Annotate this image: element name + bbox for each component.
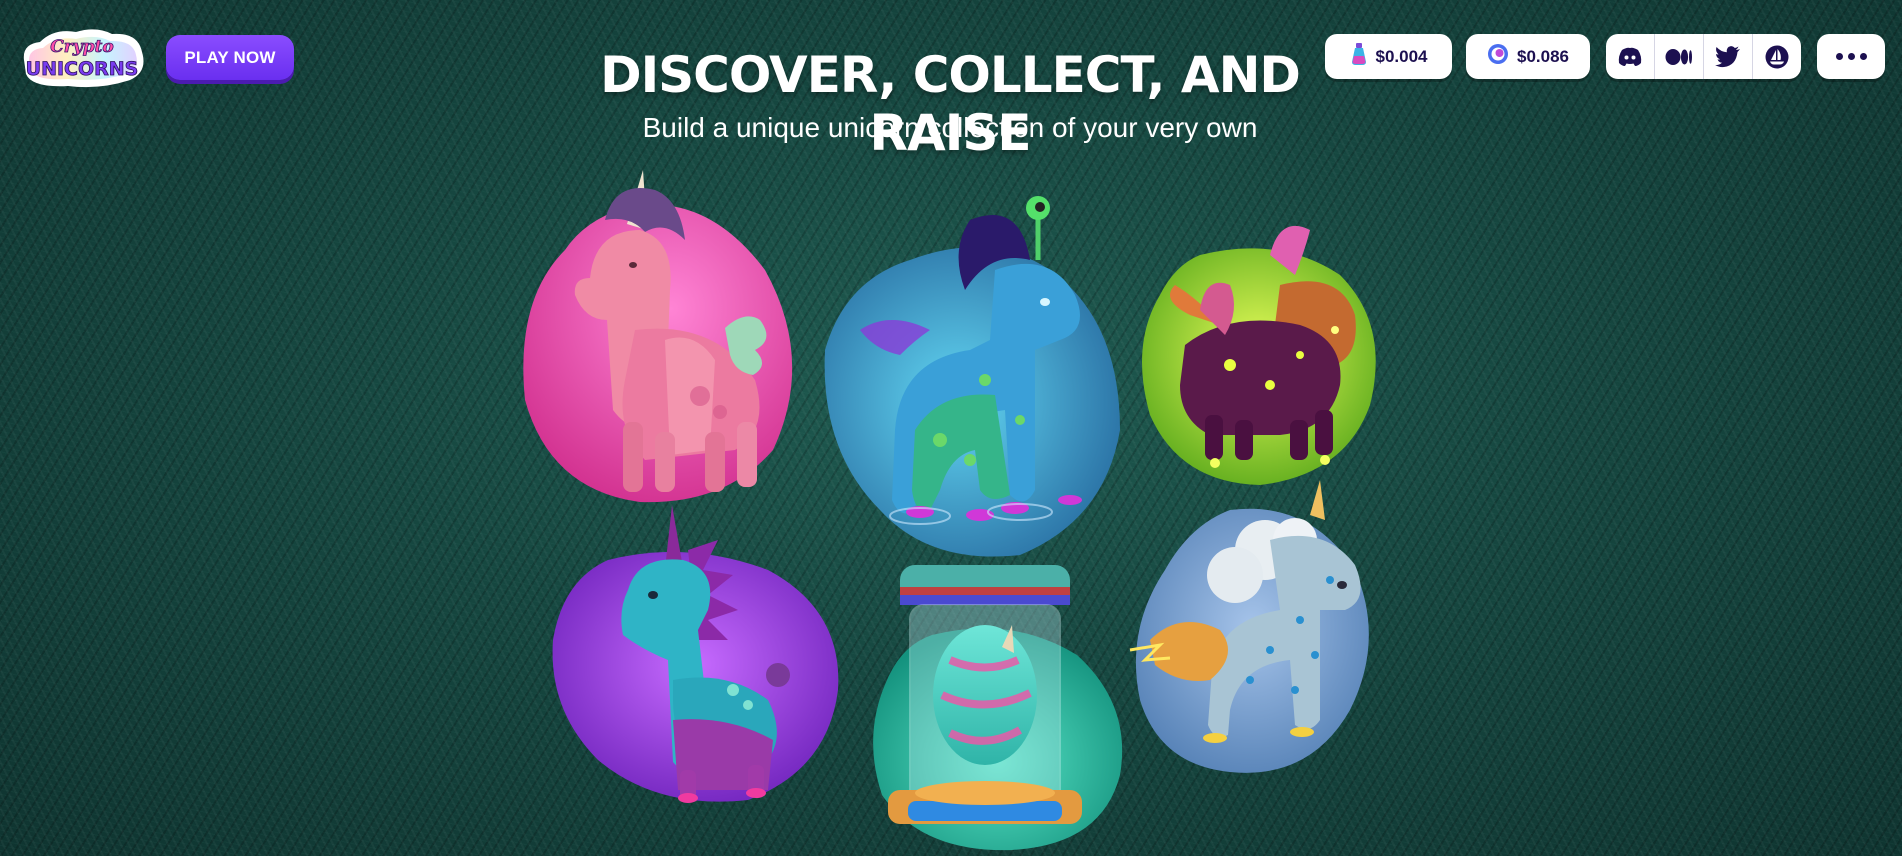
blue-cosmic-unicorn-card[interactable] — [820, 190, 1130, 565]
unicorn-egg-incubator-card[interactable] — [862, 565, 1127, 855]
twitter-link[interactable] — [1703, 34, 1752, 79]
glowing-yellow-unicorn-card[interactable] — [1130, 215, 1385, 490]
token-coin-icon — [1487, 43, 1509, 70]
crypto-unicorns-logo[interactable]: Crypto UNICORNS — [20, 22, 148, 92]
token-price-value: $0.086 — [1517, 46, 1569, 66]
cloud-storm-unicorn-card[interactable] — [1120, 480, 1385, 780]
hero-subtitle: Build a unique unicorn collection of you… — [642, 112, 1258, 143]
more-icon — [1835, 53, 1843, 60]
logo-line1: Crypto — [50, 37, 113, 57]
potion-price-value: $0.004 — [1375, 46, 1428, 66]
social-links — [1606, 34, 1801, 79]
token-price-pill[interactable]: $0.086 — [1466, 34, 1590, 79]
purple-spiky-unicorn-card[interactable] — [548, 500, 843, 810]
twitter-icon — [1715, 45, 1740, 67]
pink-unicorn-card[interactable] — [515, 160, 815, 520]
discord-icon — [1618, 47, 1642, 66]
opensea-icon — [1765, 45, 1789, 68]
medium-link[interactable] — [1654, 34, 1703, 79]
more-menu-button[interactable] — [1817, 34, 1885, 79]
play-now-button[interactable]: PLAY NOW — [166, 35, 294, 80]
opensea-link[interactable] — [1752, 34, 1801, 79]
hero-title: DISCOVER, COLLECT, AND RAISE — [600, 46, 1301, 162]
discord-link[interactable] — [1606, 34, 1654, 79]
logo-line2: UNICORNS — [26, 58, 139, 80]
medium-icon — [1665, 48, 1692, 65]
